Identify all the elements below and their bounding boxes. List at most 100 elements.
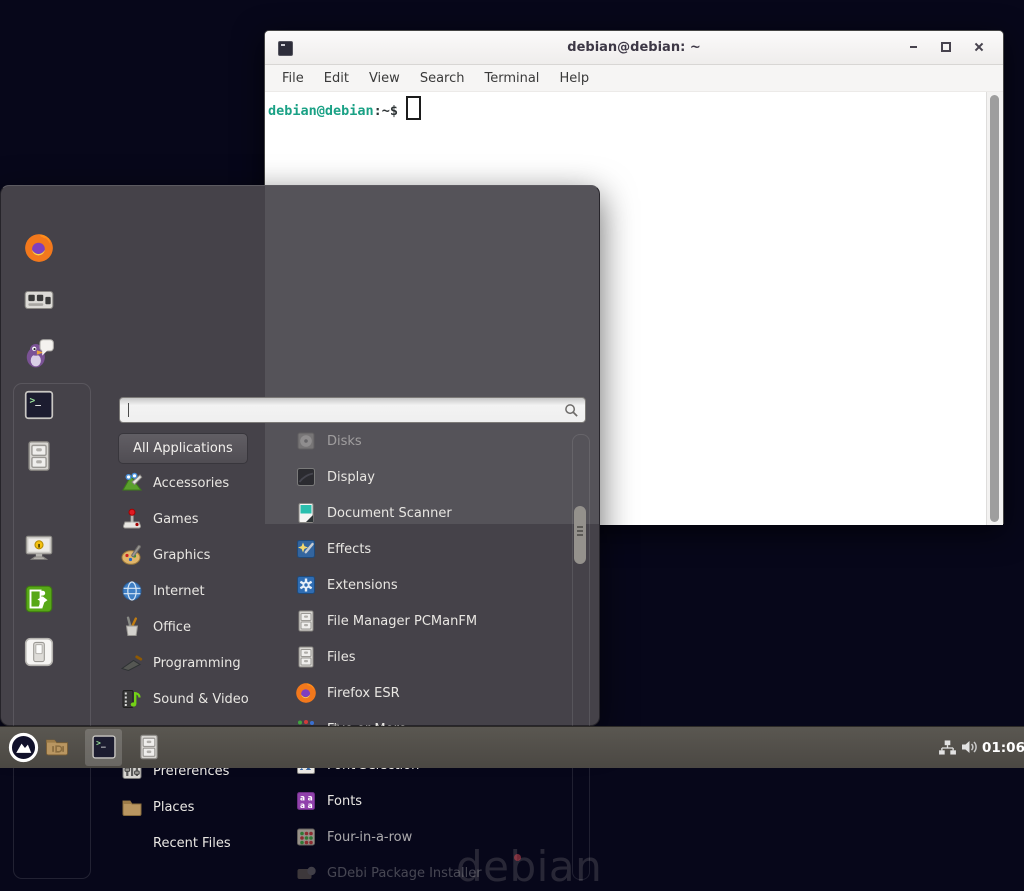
network-icon [938, 740, 957, 755]
categories-list: Accessories Games Gra [113, 465, 285, 861]
app-label: Fonts [327, 794, 362, 809]
taskbar: > _ [0, 726, 1024, 768]
firefox-icon [22, 231, 56, 265]
prompt-path: :~$ [374, 103, 398, 119]
file-cabinet-icon [294, 609, 318, 633]
shell-prompt: debian@debian:~$ [268, 96, 421, 120]
category-sound-video[interactable]: Sound & Video [113, 681, 285, 717]
category-all-applications[interactable]: All Applications [118, 433, 248, 464]
sound-video-icon [120, 687, 144, 711]
display-icon [294, 465, 318, 489]
app-label: Effects [327, 542, 371, 557]
menubar-item-file[interactable]: File [273, 68, 313, 89]
category-label: Office [153, 620, 191, 635]
category-label: All Applications [133, 441, 233, 456]
menu-button-icon [8, 732, 39, 763]
taskbar-file-manager-button[interactable] [43, 733, 71, 761]
gdebi-icon [294, 861, 318, 885]
category-programming[interactable]: Programming [113, 645, 285, 681]
shut-down-icon [22, 635, 56, 669]
taskbar-terminal-button[interactable]: > _ [90, 733, 118, 761]
terminal-icon: > _ [22, 388, 56, 422]
app-firefox-esr[interactable]: Firefox ESR [287, 675, 569, 711]
favorite-file-manager[interactable] [22, 439, 56, 473]
log-out-icon [22, 582, 56, 616]
favorite-log-out[interactable] [22, 582, 56, 616]
menu-button[interactable] [8, 732, 39, 763]
control-center-icon [22, 283, 56, 317]
favorite-firefox[interactable] [22, 231, 56, 265]
svg-text:_: _ [35, 395, 41, 406]
category-internet[interactable]: Internet [113, 573, 285, 609]
network-tray-icon[interactable] [938, 740, 957, 759]
category-recent-files[interactable]: Recent Files [113, 825, 285, 861]
maximize-icon[interactable] [936, 37, 956, 57]
firefox-icon [294, 681, 318, 705]
svg-text:_: _ [101, 739, 106, 748]
programming-icon [120, 651, 144, 675]
app-extensions[interactable]: Extensions [287, 567, 569, 603]
games-icon [120, 507, 144, 531]
taskbar-clock[interactable]: 01:06 [982, 740, 1024, 756]
terminal-titlebar[interactable]: debian@debian: ~ [265, 31, 1003, 65]
favorite-terminal[interactable]: > _ [22, 388, 56, 422]
app-document-scanner[interactable]: Document Scanner [287, 495, 569, 531]
close-icon[interactable] [969, 37, 989, 57]
favorite-control-center[interactable] [22, 283, 56, 317]
category-accessories[interactable]: Accessories [113, 465, 285, 501]
menubar-item-help[interactable]: Help [550, 68, 598, 89]
app-label: Firefox ESR [327, 686, 400, 701]
app-disks[interactable]: Disks [287, 423, 569, 459]
four-in-a-row-icon [294, 825, 318, 849]
search-input[interactable] [129, 402, 564, 419]
menubar-item-view[interactable]: View [360, 68, 409, 89]
menu-search-box[interactable] [119, 397, 586, 423]
internet-icon [120, 579, 144, 603]
menubar-item-edit[interactable]: Edit [315, 68, 358, 89]
terminal-menubar: File Edit View Search Terminal Help [265, 65, 1003, 92]
favorite-shut-down[interactable] [22, 635, 56, 669]
applications-list: Disks Display Document Scanner [287, 423, 569, 891]
category-graphics[interactable]: Graphics [113, 537, 285, 573]
favorite-lock-screen[interactable] [22, 531, 56, 565]
app-effects[interactable]: Effects [287, 531, 569, 567]
category-places[interactable]: Places [113, 789, 285, 825]
fonts-icon: a a a a [294, 789, 318, 813]
app-label: File Manager PCManFM [327, 614, 477, 629]
places-icon [120, 795, 144, 819]
app-fonts[interactable]: a a a a Fonts [287, 783, 569, 819]
terminal-icon: > _ [90, 733, 118, 761]
category-label: Recent Files [153, 836, 231, 851]
terminal-scrollbar-thumb[interactable] [990, 95, 999, 522]
app-label: Document Scanner [327, 506, 452, 521]
app-display[interactable]: Display [287, 459, 569, 495]
file-cabinet-icon [294, 645, 318, 669]
app-label: GDebi Package Installer [327, 866, 482, 881]
file-cabinet-icon [135, 733, 163, 761]
minimize-icon[interactable] [903, 37, 923, 57]
app-label: Extensions [327, 578, 398, 593]
taskbar-files-button[interactable] [135, 733, 163, 761]
app-file-manager-pcmanfm[interactable]: File Manager PCManFM [287, 603, 569, 639]
app-gdebi-package-installer[interactable]: GDebi Package Installer [287, 855, 569, 891]
app-four-in-a-row[interactable]: Four-in-a-row [287, 819, 569, 855]
category-label: Places [153, 800, 194, 815]
favorite-pidgin[interactable] [22, 336, 56, 370]
category-games[interactable]: Games [113, 501, 285, 537]
terminal-window-icon [278, 41, 293, 56]
volume-tray-icon[interactable] [960, 739, 980, 759]
app-files[interactable]: Files [287, 639, 569, 675]
terminal-scrollbar-track[interactable] [986, 92, 1003, 525]
lock-screen-icon [22, 531, 56, 565]
category-office[interactable]: Office [113, 609, 285, 645]
menu-scrollbar-track[interactable] [572, 434, 590, 880]
menubar-item-terminal[interactable]: Terminal [475, 68, 548, 89]
category-label: Programming [153, 656, 241, 671]
effects-icon [294, 537, 318, 561]
category-label: Accessories [153, 476, 229, 491]
accessories-icon [120, 471, 144, 495]
document-scanner-icon [294, 501, 318, 525]
category-label: Graphics [153, 548, 210, 563]
menu-scrollbar-thumb[interactable] [574, 506, 586, 564]
menubar-item-search[interactable]: Search [411, 68, 474, 89]
